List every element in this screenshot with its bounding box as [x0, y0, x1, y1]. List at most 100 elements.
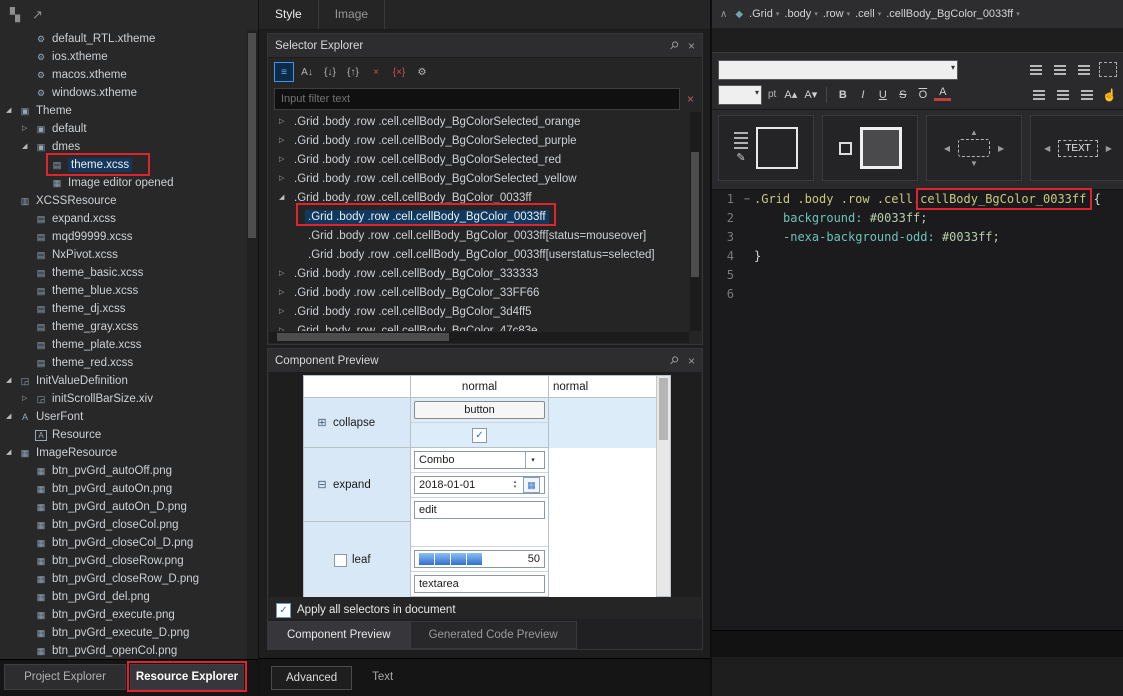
list-view-icon[interactable]: ≡ — [274, 62, 294, 82]
text-align-widget[interactable]: ◀ TEXT ▶ — [1030, 115, 1123, 181]
delete-unused-selector-icon[interactable]: {×} — [389, 62, 409, 82]
selector-item[interactable]: .Grid .body .row .cell.cellBody_BgColorS… — [269, 112, 689, 131]
selector-item[interactable]: .Grid .body .row .cell.cellBody_BgColorS… — [269, 169, 689, 188]
expand-arrow-icon[interactable] — [279, 322, 291, 332]
arrow-down-icon[interactable]: ▼ — [970, 159, 978, 168]
document-tab[interactable]: Style — [259, 0, 319, 29]
tree-item[interactable]: Theme — [0, 102, 246, 120]
fold-marker-icon[interactable]: − — [740, 190, 754, 209]
valign-top-icon[interactable] — [1030, 88, 1048, 102]
tree-item[interactable]: NxPivot.xcss — [0, 246, 246, 264]
expand-arrow-icon[interactable] — [6, 444, 18, 462]
strikethrough-button[interactable]: S — [894, 86, 911, 103]
tree-item[interactable]: btn_pvGrd_autoOn.png — [0, 480, 246, 498]
breadcrumb-item[interactable]: .cellBody_BgColor_0033ff — [886, 8, 1025, 20]
font-size-select[interactable] — [718, 84, 762, 105]
tree-item[interactable]: mqd99999.xcss — [0, 228, 246, 246]
pin-icon[interactable]: ⚲ — [667, 353, 682, 368]
preview-scrollbar[interactable] — [657, 376, 670, 596]
selector-vertical-scrollbar[interactable] — [690, 112, 701, 331]
selector-item[interactable]: .Grid .body .row .cell.cellBody_BgColorS… — [269, 131, 689, 150]
selector-item[interactable]: .Grid .body .row .cell.cellBody_BgColor_… — [269, 283, 689, 302]
pin-icon[interactable]: ⚲ — [667, 38, 682, 53]
preview-tab[interactable]: Generated Code Preview — [409, 621, 577, 649]
border-style-widget[interactable]: ✎ — [718, 115, 814, 181]
bold-button[interactable]: B — [834, 86, 851, 103]
tree-item[interactable]: Image editor opened — [0, 174, 246, 192]
valign-bottom-icon[interactable] — [1078, 88, 1096, 102]
scrollbar-thumb[interactable] — [659, 378, 668, 440]
preview-row-expand[interactable]: expand — [304, 448, 410, 522]
font-family-select[interactable] — [718, 59, 958, 80]
code-editor[interactable]: 1 − .Grid .body .row .cell.cellBody_BgCo… — [712, 190, 1123, 630]
expand-plus-icon[interactable] — [316, 417, 328, 429]
tree-item[interactable]: btn_pvGrd_autoOff.png — [0, 462, 246, 480]
align-center-icon[interactable] — [1051, 63, 1069, 77]
tree-item[interactable]: btn_pvGrd_execute_D.png — [0, 624, 246, 642]
padding-widget[interactable]: ◀ ▲ ▼ ▶ — [926, 115, 1022, 181]
expand-arrow-icon[interactable] — [6, 408, 18, 426]
align-right-icon[interactable] — [1075, 63, 1093, 77]
font-color-button[interactable]: A — [934, 86, 952, 101]
preview-row-collapse[interactable]: collapse — [304, 398, 410, 448]
arrow-right-icon[interactable]: ▶ — [998, 144, 1004, 153]
tree-item[interactable]: theme.xcss — [0, 156, 246, 174]
tree-item[interactable]: theme_red.xcss — [0, 354, 246, 372]
tree-item[interactable]: theme_dj.xcss — [0, 300, 246, 318]
breadcrumb-item[interactable]: .cell — [855, 8, 886, 20]
expand-arrow-icon[interactable] — [279, 284, 291, 302]
date-spinner-icon[interactable] — [510, 480, 520, 490]
tree-item[interactable]: Resource — [0, 426, 246, 444]
editor-mode-tab[interactable]: Text — [358, 666, 407, 690]
expand-arrow-icon[interactable] — [22, 120, 34, 138]
preview-checkbox[interactable] — [472, 427, 487, 443]
overline-button[interactable]: O — [914, 86, 931, 103]
preview-edit-field[interactable]: edit — [414, 501, 545, 519]
expand-arrow-icon[interactable] — [279, 265, 291, 283]
tree-item[interactable]: UserFont — [0, 408, 246, 426]
selector-item[interactable]: .Grid .body .row .cell.cellBody_BgColor_… — [269, 245, 689, 264]
expand-arrow-icon[interactable] — [279, 113, 291, 131]
border-width-widget[interactable] — [822, 115, 918, 181]
preview-textarea[interactable]: textarea — [414, 575, 545, 593]
leaf-checkbox[interactable] — [334, 553, 347, 567]
selector-filter-input[interactable] — [274, 88, 680, 110]
selector-horizontal-scrollbar[interactable] — [269, 332, 689, 343]
expand-arrow-icon[interactable] — [22, 138, 34, 156]
collapse-all-icon[interactable]: {↑} — [343, 62, 363, 82]
expand-arrow-icon[interactable] — [279, 132, 291, 150]
tree-item[interactable]: default_RTL.xtheme — [0, 30, 246, 48]
calendar-icon[interactable] — [523, 477, 540, 493]
selector-item[interactable]: .Grid .body .row .cell.cellBody_BgColor_… — [269, 188, 689, 207]
tree-item[interactable]: InitValueDefinition — [0, 372, 246, 390]
selection-box-icon[interactable] — [1099, 62, 1117, 77]
breadcrumb-item[interactable]: .body — [784, 8, 822, 20]
tree-item[interactable]: btn_pvGrd_openCol.png — [0, 642, 246, 660]
document-tab[interactable]: Image — [319, 0, 386, 29]
sidebar-scrollbar[interactable] — [247, 30, 258, 660]
close-icon[interactable]: × — [688, 39, 695, 53]
arrow-left-icon[interactable]: ◀ — [1044, 144, 1050, 153]
expand-arrow-icon[interactable] — [279, 303, 291, 321]
italic-button[interactable]: I — [854, 86, 871, 103]
tree-item[interactable]: btn_pvGrd_closeRow_D.png — [0, 570, 246, 588]
tree-item[interactable]: XCSSResource — [0, 192, 246, 210]
scrollbar-thumb[interactable] — [691, 152, 699, 277]
selector-item[interactable]: .Grid .body .row .cell.cellBody_BgColor_… — [269, 321, 689, 332]
expand-arrow-icon[interactable] — [279, 151, 291, 169]
tree-item[interactable]: btn_pvGrd_autoOn_D.png — [0, 498, 246, 516]
breadcrumb-item[interactable]: .Grid — [749, 8, 784, 20]
selector-item[interactable]: .Grid .body .row .cell.cellBody_BgColorS… — [269, 150, 689, 169]
tree-item[interactable]: windows.xtheme — [0, 84, 246, 102]
sort-alpha-icon[interactable]: A↓ — [297, 62, 317, 82]
settings-gear-icon[interactable]: ⚙ — [412, 62, 432, 82]
arrow-right-icon[interactable]: ▶ — [1106, 144, 1112, 153]
scrollbar-thumb[interactable] — [277, 333, 449, 341]
expand-arrow-icon[interactable] — [279, 170, 291, 188]
expand-arrow-icon[interactable] — [6, 372, 18, 390]
expand-arrow-icon[interactable] — [22, 390, 34, 408]
tree-item[interactable]: theme_basic.xcss — [0, 264, 246, 282]
tree-item[interactable]: theme_gray.xcss — [0, 318, 246, 336]
preview-row-leaf[interactable]: leaf — [304, 522, 410, 597]
preview-tab[interactable]: Component Preview — [268, 621, 410, 649]
